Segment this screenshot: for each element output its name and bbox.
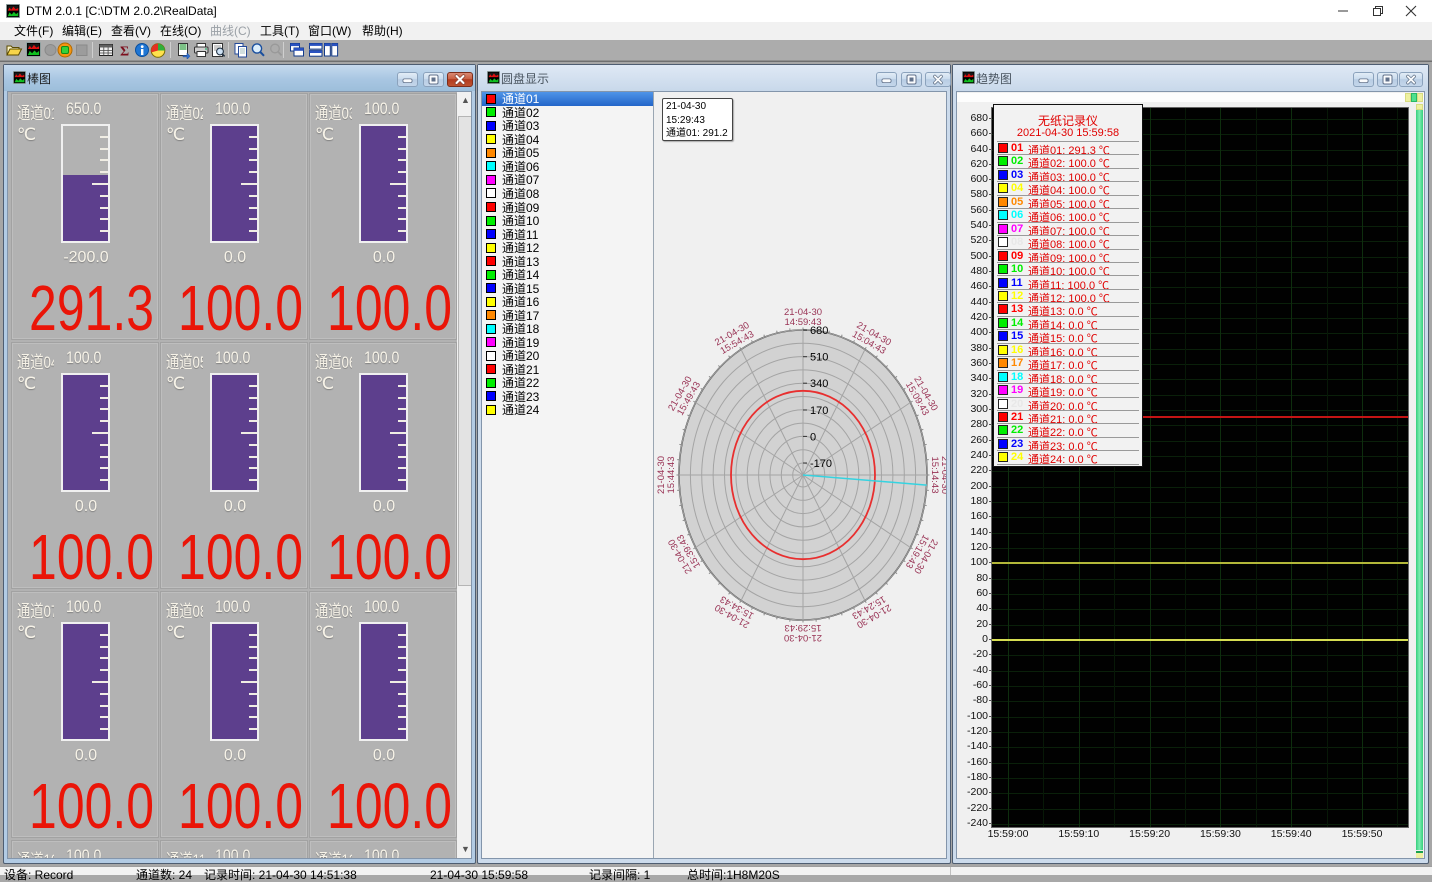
svg-text:340: 340 [810,378,828,390]
svg-text:15:14:43: 15:14:43 [929,457,940,494]
svg-text:15:29:43: 15:29:43 [785,622,822,633]
svg-text:15:44:43: 15:44:43 [666,457,677,494]
svg-text:Σ: Σ [120,45,129,60]
svg-text:-170: -170 [810,458,832,470]
svg-text:14:59:43: 14:59:43 [785,317,822,328]
svg-text:170: 170 [810,405,828,417]
svg-text:0: 0 [810,431,816,443]
svg-text:510: 510 [810,352,828,364]
